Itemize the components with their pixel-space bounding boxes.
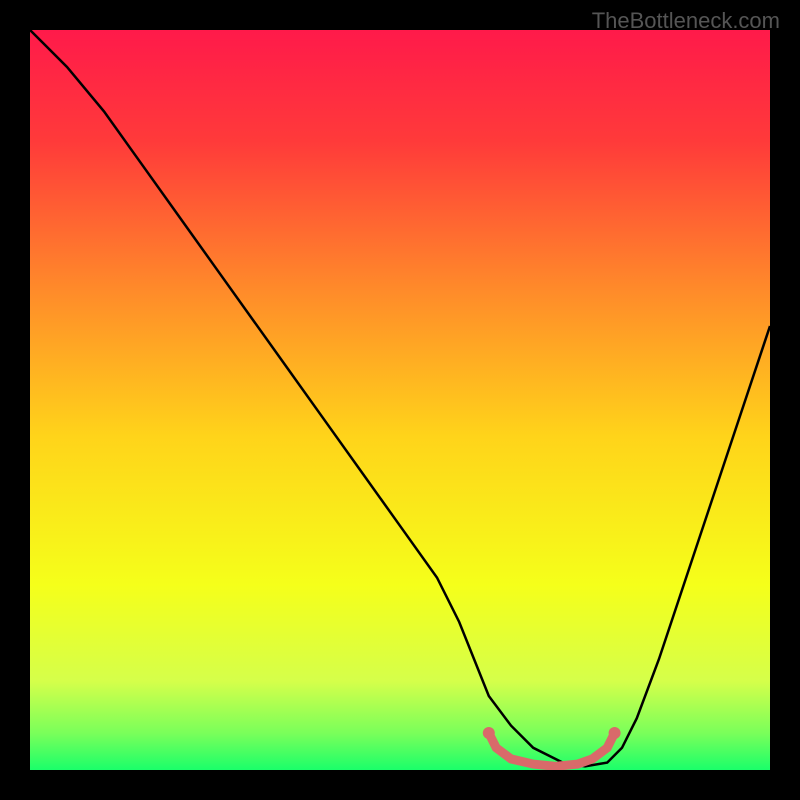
curve-overlay bbox=[30, 30, 770, 770]
optimal-dot-left bbox=[483, 727, 495, 739]
watermark-text: TheBottleneck.com bbox=[592, 8, 780, 34]
plot-area bbox=[30, 30, 770, 770]
optimal-dot-right bbox=[609, 727, 621, 739]
bottleneck-curve bbox=[30, 30, 770, 766]
optimal-segment bbox=[489, 733, 615, 766]
